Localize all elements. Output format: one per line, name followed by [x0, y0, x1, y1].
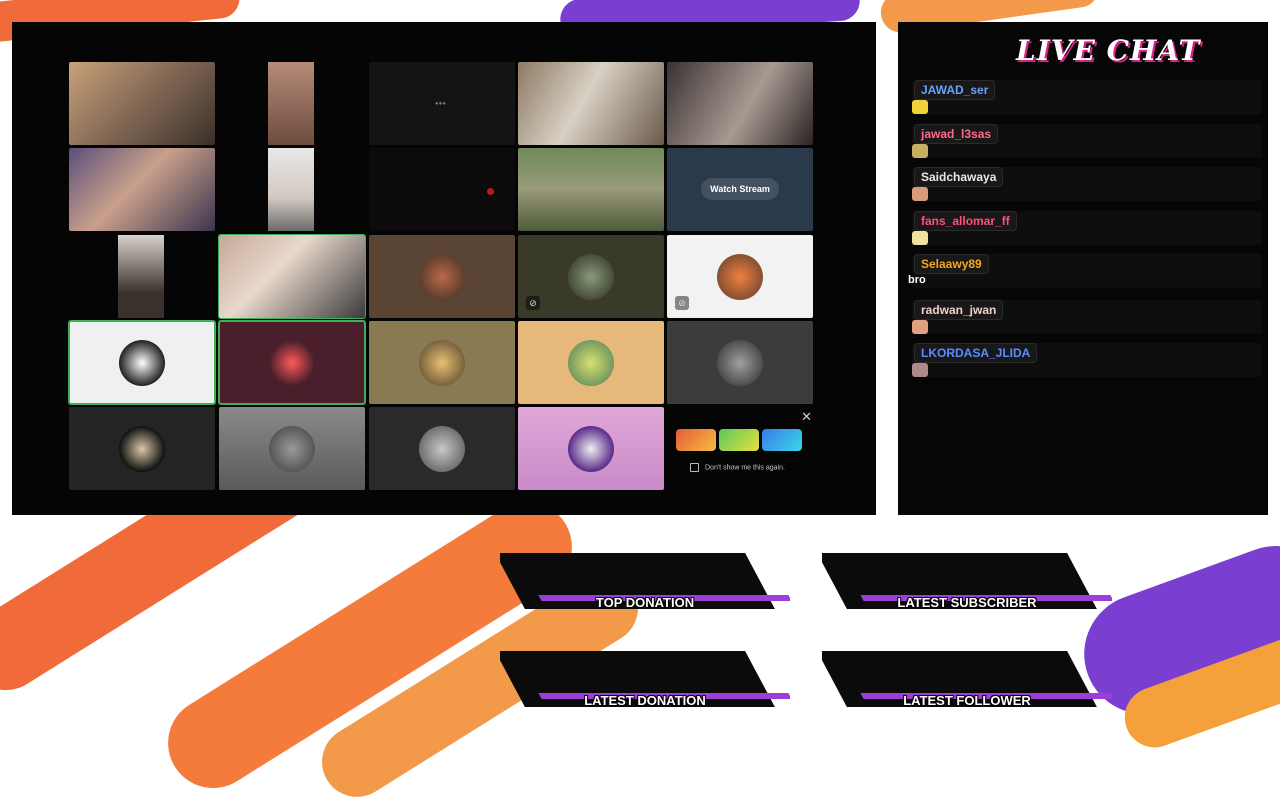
emote-icon: [912, 363, 928, 377]
chat-message: radwan_jwan: [912, 300, 1262, 340]
avatar: [269, 339, 315, 386]
participant-tile[interactable]: [218, 320, 366, 405]
banner-label: TOP DONATION: [595, 595, 695, 610]
chat-message: fans_allomar_ff: [912, 211, 1262, 251]
chat-message: LKORDASA_JLIDA: [912, 343, 1262, 383]
chat-username[interactable]: radwan_jwan: [914, 300, 1004, 320]
participant-tile[interactable]: ⊘: [518, 235, 664, 318]
video-call-panel: ●●● Watch Stream ⊘ ⊘ ✕ Don't show me thi…: [12, 22, 876, 515]
participant-tile[interactable]: [518, 148, 664, 231]
latest-donation-banner: LATEST DONATION: [500, 645, 790, 717]
chat-message: Saidchawaya: [912, 167, 1262, 207]
chat-username[interactable]: LKORDASA_JLIDA: [914, 343, 1038, 363]
participant-tile[interactable]: ●●●: [369, 62, 515, 145]
activity-thumbnail[interactable]: [719, 429, 759, 451]
participant-tile[interactable]: [268, 148, 314, 231]
avatar: [269, 425, 315, 472]
live-chat-panel: LIVE CHAT JAWAD_ser jawad_l3sas Saidchaw…: [898, 22, 1268, 515]
emote-icon: [912, 100, 928, 114]
participant-screen-share: [518, 148, 664, 231]
participant-tile[interactable]: [69, 407, 215, 490]
participant-tile[interactable]: ⊘: [667, 235, 813, 318]
avatar: [419, 425, 465, 472]
avatar: [717, 253, 763, 300]
chat-username[interactable]: fans_allomar_ff: [914, 211, 1017, 231]
avatar: [119, 425, 165, 472]
participant-tile[interactable]: [118, 235, 164, 318]
chat-message: JAWAD_ser: [912, 80, 1262, 120]
participant-tile[interactable]: [69, 62, 215, 145]
banner-label: LATEST DONATION: [584, 693, 706, 708]
participant-video: [667, 62, 813, 145]
chat-message-text: bro: [908, 274, 926, 286]
chat-username[interactable]: Selaawy89: [914, 254, 989, 274]
activity-thumbnails: [676, 429, 805, 456]
emote-icon: [912, 187, 928, 201]
top-donation-banner: TOP DONATION: [500, 547, 790, 619]
participant-video: [69, 62, 215, 145]
participant-tile[interactable]: [219, 407, 365, 490]
latest-follower-banner: LATEST FOLLOWER: [822, 645, 1112, 717]
avatar: [119, 339, 165, 386]
participant-tile[interactable]: [667, 62, 813, 145]
banner-label: LATEST FOLLOWER: [903, 693, 1031, 708]
emote-icon: [912, 231, 928, 245]
chat-username[interactable]: Saidchawaya: [914, 167, 1004, 187]
participant-tile[interactable]: [667, 321, 813, 404]
activity-promo: ✕ Don't show me this again.: [674, 407, 814, 479]
participant-tile[interactable]: [369, 407, 515, 490]
participant-tile[interactable]: [518, 407, 664, 490]
mute-icon: ⊘: [675, 296, 689, 310]
participant-tile[interactable]: [218, 234, 366, 319]
participant-tile[interactable]: [369, 235, 515, 318]
participant-tile[interactable]: [518, 321, 664, 404]
recording-indicator: [487, 188, 494, 195]
close-icon[interactable]: ✕: [801, 409, 812, 425]
participant-video: [518, 62, 664, 145]
chat-username[interactable]: jawad_l3sas: [914, 124, 999, 144]
chat-username[interactable]: JAWAD_ser: [914, 80, 996, 100]
chat-title: LIVE CHAT: [1016, 34, 1201, 67]
avatar: [568, 339, 614, 386]
latest-subscriber-banner: LATEST SUBSCRIBER: [822, 547, 1112, 619]
avatar: [717, 339, 763, 386]
watch-stream-button[interactable]: Watch Stream: [701, 178, 779, 200]
avatar: [568, 425, 614, 472]
emote-icon: [912, 320, 928, 334]
participant-tile[interactable]: [268, 62, 314, 145]
loading-dots-icon: ●●●: [435, 101, 446, 107]
participant-tile[interactable]: [69, 148, 215, 231]
banner-label: LATEST SUBSCRIBER: [897, 595, 1037, 610]
participant-video: [219, 235, 365, 318]
participant-tile[interactable]: [369, 148, 515, 231]
chat-message: Selaawy89 bro: [908, 254, 1262, 294]
avatar: [419, 253, 465, 300]
activity-thumbnail[interactable]: [762, 429, 802, 451]
emote-icon: [912, 144, 928, 158]
participant-tile[interactable]: [369, 321, 515, 404]
participant-tile[interactable]: [68, 320, 216, 405]
avatar: [419, 339, 465, 386]
activity-thumbnail[interactable]: [676, 429, 716, 451]
avatar: [568, 253, 614, 300]
participant-tile[interactable]: [518, 62, 664, 145]
chat-message: jawad_l3sas: [912, 124, 1262, 164]
dont-show-again-label: Don't show me this again.: [705, 464, 785, 472]
participant-tile[interactable]: Watch Stream: [667, 148, 813, 231]
participant-video: [69, 148, 215, 231]
dont-show-again[interactable]: Don't show me this again.: [690, 463, 785, 472]
checkbox[interactable]: [690, 463, 699, 472]
mute-icon: ⊘: [526, 296, 540, 310]
